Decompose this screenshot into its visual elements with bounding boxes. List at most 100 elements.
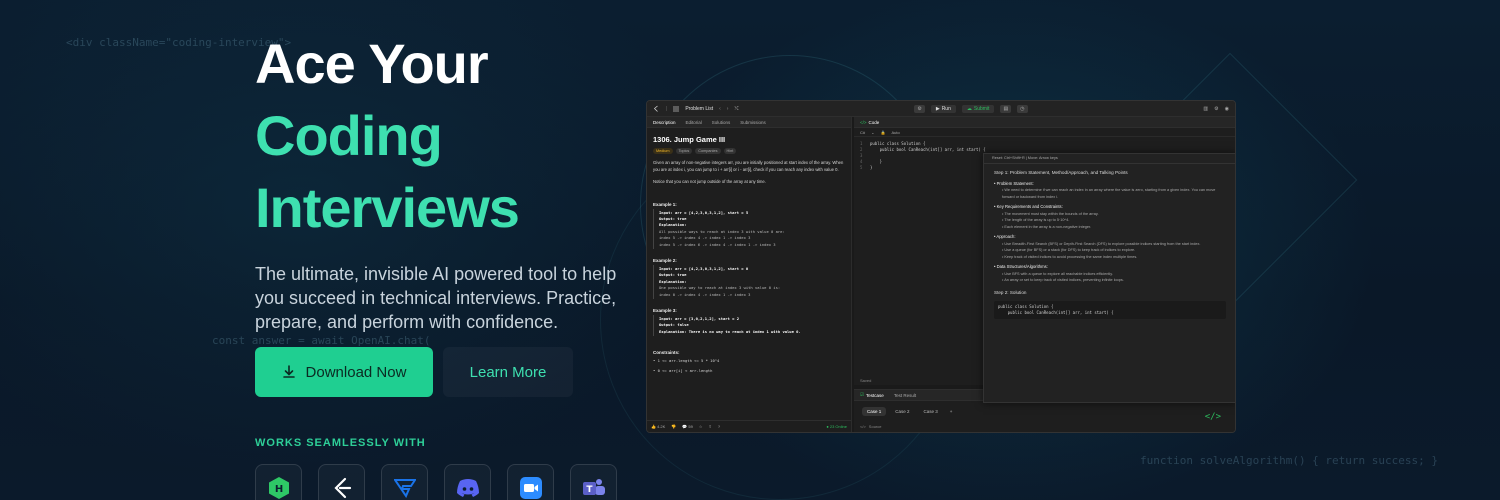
overlay-step-1: Step 1: Problem Statement, Method/Approa… [994,170,1128,175]
online-count: ● 23 Online [826,424,847,429]
timer-icon[interactable]: ◷ [1017,104,1028,113]
overlay-header: Reset: Ctrl+Shift+R | Move: Arrow keys [984,154,1235,164]
debug-icon[interactable]: ⚙ [914,104,925,113]
star-icon[interactable]: ☆ [699,424,703,429]
download-now-button[interactable]: Download Now [255,347,433,397]
add-case-button[interactable]: + [947,407,956,416]
ai-overlay[interactable]: Reset: Ctrl+Shift+R | Move: Arrow keys S… [983,153,1235,403]
code-icon: </> [860,119,867,125]
hero-title-line-3: Interviews [255,176,520,239]
code-icon-small: </> [860,424,866,429]
tab-description[interactable]: Description [653,120,676,125]
code-line-1: public class Solution { [870,141,926,146]
upload-icon: ☁ [966,105,972,112]
section-ds-item-2: • An array or set to keep track of visit… [1002,278,1124,282]
constraint-2: • 0 <= arr[i] < arr.length [653,367,713,373]
discord-logo [444,464,491,500]
hero: Ace Your Coding Interviews The ultimate,… [255,28,635,334]
teams-logo-icon: T [582,478,605,495]
code-tab-bar: </> Code [854,117,1235,128]
case-tabs: Case 1 Case 2 Case 3 + [854,401,1235,422]
problem-note: Notice that you can not jump outside of … [653,179,766,184]
prev-icon[interactable]: ‹ [719,106,721,112]
svg-text:H: H [274,484,282,495]
codesignal-logo-icon [393,478,416,498]
section-key-item-3: • Each element in the array is a non-neg… [1002,224,1092,229]
teams-logo: T [570,464,617,500]
help-icon[interactable]: ? [718,424,720,429]
problem-chips: Medium Topics Companies Hint [653,148,845,154]
settings-icon[interactable]: ⚙ [1214,106,1218,112]
leetcode-icon[interactable] [653,105,660,112]
shuffle-icon[interactable]: ⤭ [734,106,738,112]
language-select[interactable]: C# [860,130,865,135]
problem-title: 1306. Jump Game III [653,135,726,144]
code-brackets-icon: </> [1204,412,1221,422]
tab-editorial[interactable]: Editorial [686,120,702,125]
run-button[interactable]: ▶ Run [930,104,956,113]
sol-line-2: public bool CanReach(int[] arr, int star… [998,310,1114,315]
run-label: Run [941,105,951,112]
overlay-solution-code: public class Solution { public bool CanR… [994,301,1226,319]
list-icon [673,106,680,111]
example-3-output: Output: false [659,322,689,328]
tab-submissions[interactable]: Submissions [740,120,766,125]
submit-button[interactable]: ☁ Submit [961,104,995,113]
case-2-tab[interactable]: Case 2 [890,407,914,416]
example-2-expl: Explanation: [659,278,687,284]
case-3-tab[interactable]: Case 3 [919,407,943,416]
share-icon[interactable]: ⇪ [708,424,711,429]
comments-button[interactable]: 💬 59 [682,424,693,429]
codesignal-logo [381,464,428,500]
example-3-label: Example 3: [653,307,677,313]
sol-line-1: public class Solution { [998,304,1054,309]
overlay-step-2: Step 2: Solution [994,289,1027,295]
example-2-box: Input: arr = [4,2,3,0,3,1,2], start = 0 … [653,264,845,299]
code-lines: public class Solution { public bool CanR… [870,141,986,171]
next-icon[interactable]: › [727,106,729,112]
tab-test-result[interactable]: Test Result [894,393,916,398]
note-icon[interactable]: ▤ [1000,104,1012,113]
problem-panel: Description Editorial Solutions Submissi… [647,117,852,432]
hero-title-line-2: Coding [255,104,443,167]
zoom-logo-icon [519,476,542,499]
example-3-expl: Explanation: There is no way to reach at… [659,328,801,334]
problem-footer: 👍 4.2K 👎 💬 59 ☆ ⇪ ? ● 23 Online [647,420,851,432]
topics-chip[interactable]: Topics [675,148,693,154]
code-line-4: } [870,159,883,164]
example-1-body: All possible ways to reach at index 3 wi… [659,228,785,247]
constraints-label: Constraints: [653,350,680,356]
avatar-icon[interactable]: ◉ [1225,106,1229,112]
like-button[interactable]: 👍 4.2K [651,424,665,429]
download-icon [282,365,295,378]
layout-icon[interactable]: ▥ [1203,106,1208,112]
example-1-output: Output: true [659,215,687,221]
tab-solutions[interactable]: Solutions [712,120,731,125]
source-link[interactable]: </> Source [860,424,881,429]
hint-chip[interactable]: Hint [723,148,737,154]
constraint-1: • 1 <= arr.length <= 5 * 10^4 [653,358,720,364]
hackerrank-logo: H [255,464,302,500]
example-2-input: Input: arr = [4,2,3,0,3,1,2], start = 0 [659,265,749,271]
companies-chip[interactable]: Companies [695,148,721,154]
works-with-label: WORKS SEAMLESSLY WITH [255,437,426,449]
code-line-5: } [870,165,873,170]
checkbox-icon: ☑ [860,392,865,397]
example-2-output: Output: true [659,272,687,278]
case-1-tab[interactable]: Case 1 [862,407,887,416]
tab-testcase[interactable]: Testcase [866,393,884,398]
learn-more-button[interactable]: Learn More [443,347,573,397]
example-2-body: One possible way to reach at index 3 wit… [659,285,781,297]
section-approach-item-3: • Keep track of visited indices to avoid… [1002,254,1138,259]
example-3-input: Input: arr = [3,0,2,1,2], start = 2 [659,315,740,321]
example-1-label: Example 1: [653,201,677,207]
tab-code[interactable]: Code [869,120,880,125]
app-topbar: | Problem List ‹ › ⤭ ⚙ ▶ Run ☁ Submit ▤ ◷ … [647,101,1235,117]
problem-list-link[interactable]: Problem List [685,106,713,112]
example-3-box: Input: arr = [3,0,2,1,2], start = 2 Outp… [653,314,845,337]
discord-logo-icon [456,478,479,497]
submit-label: Submit [973,105,990,112]
hackerrank-logo-icon: H [268,476,289,499]
svg-text:T: T [586,485,593,495]
dislike-icon[interactable]: 👎 [671,424,676,429]
